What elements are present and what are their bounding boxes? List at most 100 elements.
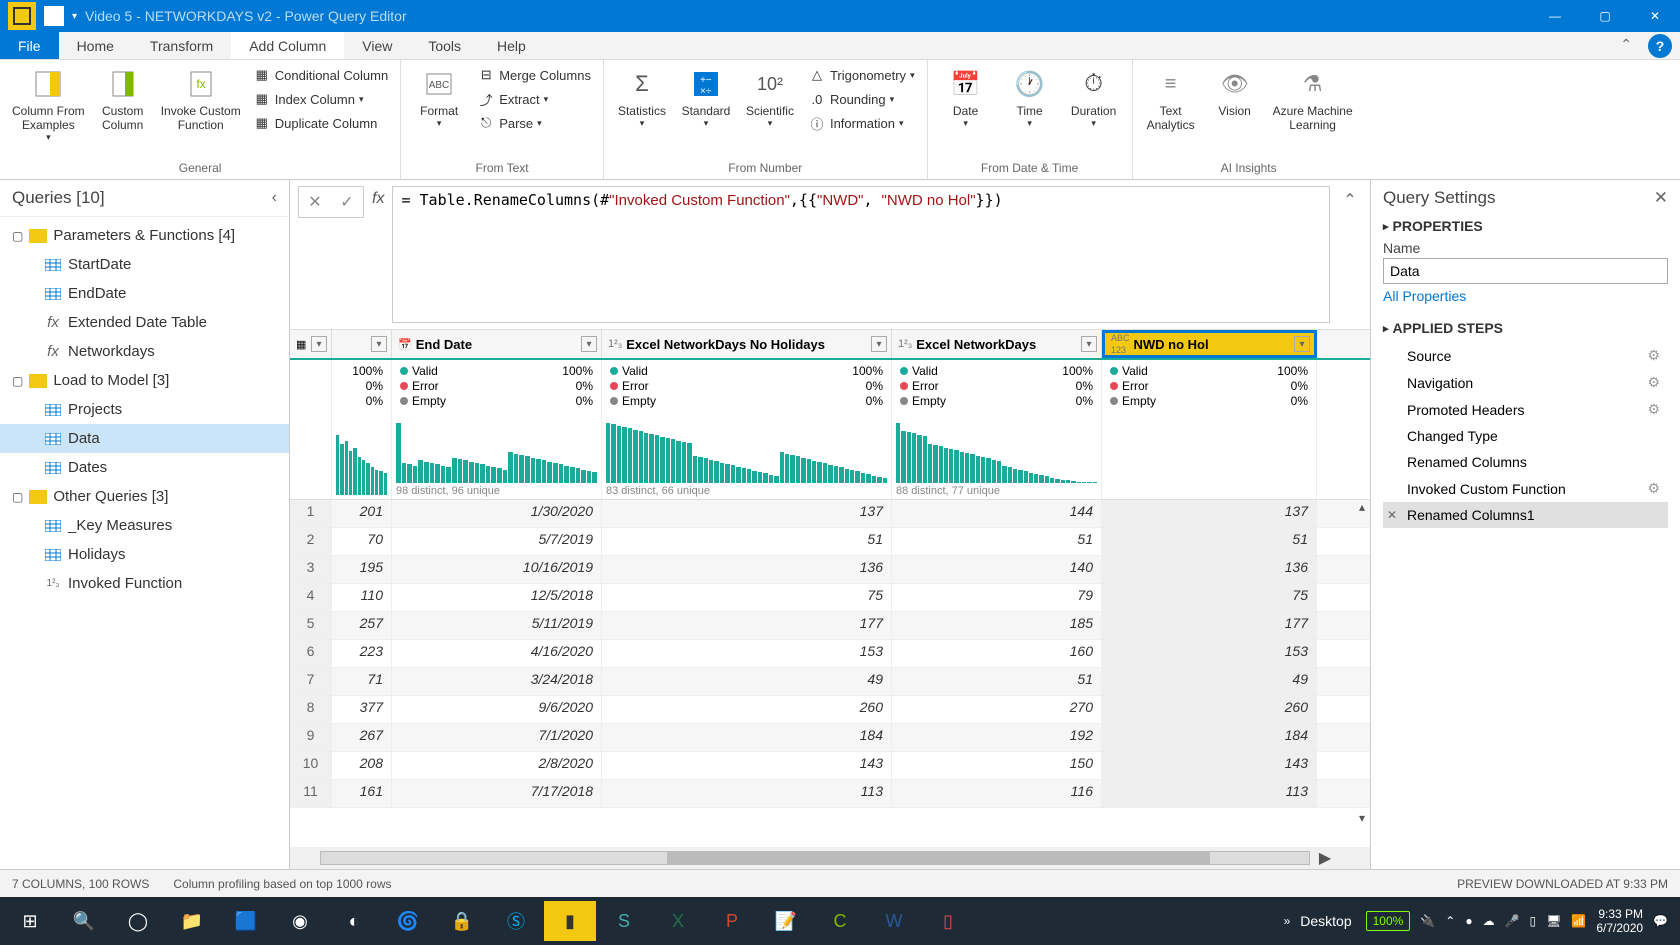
- taskbar-clock[interactable]: 9:33 PM 6/7/2020: [1596, 907, 1643, 936]
- tab-tools[interactable]: Tools: [410, 32, 479, 59]
- query-item[interactable]: Dates: [0, 453, 289, 482]
- column-filter-icon[interactable]: ▾: [1294, 336, 1310, 352]
- taskbar-app-4[interactable]: 🌀: [382, 901, 434, 941]
- query-folder[interactable]: ▢Other Queries [3]: [0, 482, 289, 511]
- table-row[interactable]: 2705/7/2019515151: [290, 528, 1370, 556]
- skype-icon[interactable]: Ⓢ: [490, 901, 542, 941]
- cancel-formula-button[interactable]: ✕: [301, 192, 329, 212]
- duplicate-column-button[interactable]: ▦Duplicate Column: [249, 112, 392, 134]
- query-item[interactable]: Data: [0, 424, 289, 453]
- date-button[interactable]: 📅Date▾: [936, 64, 996, 131]
- applied-step[interactable]: Promoted Headers⚙: [1383, 396, 1668, 423]
- tab-view[interactable]: View: [344, 32, 410, 59]
- snagit-icon[interactable]: S: [598, 901, 650, 941]
- column-filter-icon[interactable]: ▾: [581, 336, 597, 352]
- table-row[interactable]: 111617/17/2018113116113: [290, 780, 1370, 808]
- tab-transform[interactable]: Transform: [132, 32, 231, 59]
- scroll-up-icon[interactable]: ▴: [1359, 500, 1365, 514]
- vertical-scrollbar[interactable]: ▴ ▾: [1354, 500, 1370, 825]
- excel-icon[interactable]: X: [652, 901, 704, 941]
- rounding-button[interactable]: .0Rounding▾: [804, 88, 919, 110]
- tray-icon-2[interactable]: ●: [1465, 914, 1472, 928]
- powerbi-icon[interactable]: ▮: [544, 901, 596, 941]
- applied-step[interactable]: Invoked Custom Function⚙: [1383, 475, 1668, 502]
- horizontal-scrollbar[interactable]: ◀ ▶: [290, 847, 1370, 869]
- conditional-column-button[interactable]: ▦Conditional Column: [249, 64, 392, 86]
- close-settings-icon[interactable]: ✕: [1654, 188, 1668, 208]
- powerpoint-icon[interactable]: P: [706, 901, 758, 941]
- table-row[interactable]: 92677/1/2020184192184: [290, 724, 1370, 752]
- camtasia-icon[interactable]: C: [814, 901, 866, 941]
- formula-input[interactable]: = Table.RenameColumns(#"Invoked Custom F…: [392, 186, 1330, 323]
- parse-button[interactable]: ⎋Parse▾: [473, 112, 595, 134]
- scroll-right-icon[interactable]: ▶: [1310, 848, 1340, 868]
- chevron-down-icon[interactable]: ▾: [311, 336, 327, 352]
- merge-columns-button[interactable]: ⊟Merge Columns: [473, 64, 595, 86]
- trigonometry-button[interactable]: △Trigonometry▾: [804, 64, 919, 86]
- table-row[interactable]: 12011/30/2020137144137: [290, 500, 1370, 528]
- tab-file[interactable]: File: [0, 32, 59, 59]
- tab-add-column[interactable]: Add Column: [231, 32, 344, 59]
- desktop-toolbar[interactable]: Desktop: [1300, 913, 1351, 929]
- custom-column-button[interactable]: Custom Column: [93, 64, 153, 134]
- column-from-examples-button[interactable]: Column From Examples ▾: [8, 64, 89, 145]
- query-item[interactable]: Projects: [0, 395, 289, 424]
- help-icon[interactable]: ?: [1648, 34, 1672, 58]
- tab-home[interactable]: Home: [59, 32, 132, 59]
- query-folder[interactable]: ▢Load to Model [3]: [0, 366, 289, 395]
- column-header[interactable]: 1²₃Excel NetworkDays▾: [892, 330, 1102, 358]
- taskbar-app-5[interactable]: 🔒: [436, 901, 488, 941]
- format-button[interactable]: ABC Format ▾: [409, 64, 469, 131]
- tray-icon-3[interactable]: ☁: [1483, 914, 1495, 928]
- applied-step[interactable]: Source⚙: [1383, 342, 1668, 369]
- table-row[interactable]: 83779/6/2020260270260: [290, 696, 1370, 724]
- word-icon[interactable]: W: [868, 901, 920, 941]
- extract-button[interactable]: ⤴Extract▾: [473, 88, 595, 110]
- standard-button[interactable]: +−×÷ Standard▾: [676, 64, 736, 131]
- index-column-button[interactable]: ▦Index Column▾: [249, 88, 392, 110]
- collapse-formula-icon[interactable]: ⌃: [1338, 186, 1362, 210]
- azure-ml-button[interactable]: ⚗Azure Machine Learning: [1269, 64, 1357, 134]
- statistics-button[interactable]: Σ Statistics▾: [612, 64, 672, 131]
- applied-step[interactable]: Renamed Columns1: [1383, 502, 1668, 528]
- gear-icon[interactable]: ⚙: [1647, 480, 1660, 497]
- query-item[interactable]: fxNetworkdays: [0, 337, 289, 366]
- taskbar-app-6[interactable]: ▯: [922, 901, 974, 941]
- query-item[interactable]: fxExtended Date Table: [0, 308, 289, 337]
- time-button[interactable]: 🕐Time▾: [1000, 64, 1060, 131]
- text-analytics-button[interactable]: ≡Text Analytics: [1141, 64, 1201, 134]
- gear-icon[interactable]: ⚙: [1647, 401, 1660, 418]
- column-filter-icon[interactable]: ▾: [371, 336, 387, 352]
- close-button[interactable]: ✕: [1630, 0, 1680, 32]
- table-row[interactable]: 7713/24/2018495149: [290, 668, 1370, 696]
- column-filter-icon[interactable]: ▾: [1081, 336, 1097, 352]
- column-header[interactable]: 📅End Date▾: [392, 330, 602, 358]
- applied-step[interactable]: Renamed Columns: [1383, 449, 1668, 475]
- minimize-button[interactable]: —: [1530, 0, 1580, 32]
- table-row[interactable]: 62234/16/2020153160153: [290, 640, 1370, 668]
- search-icon[interactable]: 🔍: [58, 901, 110, 941]
- start-button[interactable]: ⊞: [4, 901, 56, 941]
- applied-step[interactable]: Navigation⚙: [1383, 369, 1668, 396]
- wifi-icon[interactable]: 📶: [1571, 914, 1586, 928]
- query-item[interactable]: _Key Measures: [0, 511, 289, 540]
- table-row[interactable]: 411012/5/2018757975: [290, 584, 1370, 612]
- invoke-custom-function-button[interactable]: fx Invoke Custom Function: [157, 64, 245, 134]
- scroll-down-icon[interactable]: ▾: [1359, 811, 1365, 825]
- file-explorer-icon[interactable]: 📁: [166, 901, 218, 941]
- information-button[interactable]: ⓘInformation▾: [804, 112, 919, 134]
- all-properties-link[interactable]: All Properties: [1383, 288, 1668, 304]
- gear-icon[interactable]: ⚙: [1647, 347, 1660, 364]
- query-item[interactable]: 1²₃Invoked Function: [0, 569, 289, 598]
- query-item[interactable]: Holidays: [0, 540, 289, 569]
- chrome-icon[interactable]: ◐: [328, 901, 380, 941]
- collapse-queries-icon[interactable]: ‹: [272, 189, 277, 207]
- table-corner-button[interactable]: ▦ ▾: [290, 330, 332, 358]
- notepad-icon[interactable]: 📝: [760, 901, 812, 941]
- battery-indicator[interactable]: 100%: [1366, 911, 1411, 931]
- table-row[interactable]: 102082/8/2020143150143: [290, 752, 1370, 780]
- column-header[interactable]: ▾: [332, 330, 392, 358]
- column-header[interactable]: 1²₃Excel NetworkDays No Holidays▾: [602, 330, 892, 358]
- query-name-input[interactable]: [1383, 258, 1668, 284]
- gear-icon[interactable]: ⚙: [1647, 374, 1660, 391]
